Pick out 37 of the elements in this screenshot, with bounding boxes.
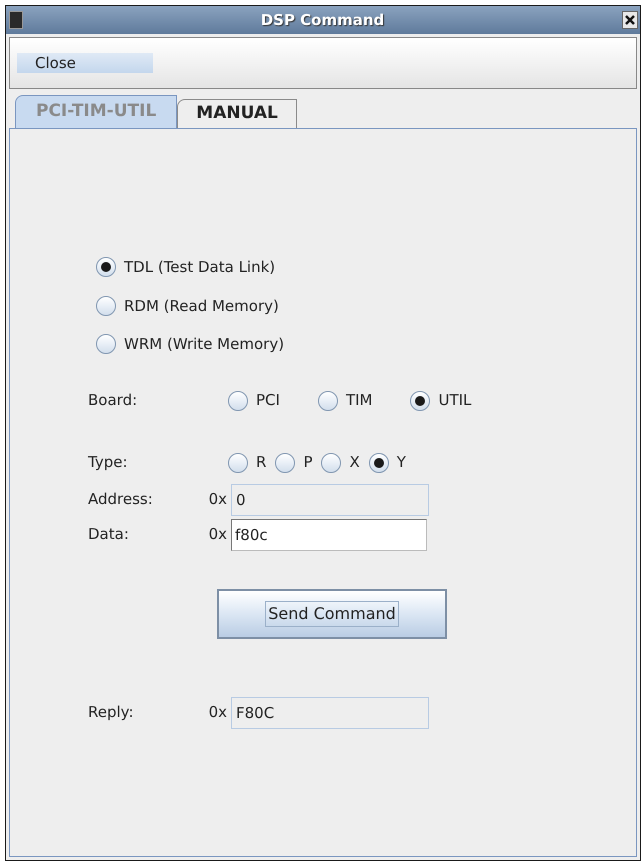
radio-label[interactable]: TIM [346,389,372,412]
radio-button[interactable] [318,390,338,410]
hex-prefix: 0x [208,524,228,546]
radio-label[interactable]: TDL (Test Data Link) [124,256,276,278]
radio-label[interactable]: Y [396,451,406,474]
app-icon [9,11,23,29]
radio-label[interactable]: P [303,451,312,474]
radio-button[interactable] [321,452,342,472]
reply-label: Reply: [88,702,135,724]
radio-button[interactable] [368,452,389,472]
close-button[interactable]: Close [17,53,153,73]
radio-button[interactable] [410,390,430,410]
hex-prefix: 0x [208,489,228,510]
data-field[interactable]: f80c [231,518,427,550]
address-field[interactable]: 0 [231,484,429,516]
radio-label[interactable]: RDM (Read Memory) [124,294,279,317]
radio-button[interactable] [228,452,248,472]
radio-label[interactable]: WRM (Write Memory) [124,333,284,356]
type-label: Type: [88,452,129,474]
tab[interactable]: MANUAL [177,99,297,128]
radio-label[interactable]: R [256,451,266,474]
hex-prefix: 0x [208,702,228,724]
reply-field[interactable]: F80C [231,696,429,728]
radio-button[interactable] [96,296,116,316]
radio-label[interactable]: PCI [256,389,280,412]
window-title: DSP Command [260,10,386,31]
radio-label[interactable]: X [349,451,360,474]
radio-button[interactable] [275,452,296,472]
board-label: Board: [88,390,138,412]
radio-label[interactable]: UTIL [438,389,472,412]
data-label: Data: [88,524,130,546]
radio-button[interactable] [96,334,116,354]
address-label: Address: [88,489,154,510]
radio-button[interactable] [96,257,116,278]
send-command-button[interactable]: Send Command [217,588,447,638]
radio-button[interactable] [228,390,248,410]
close-icon[interactable] [622,11,638,29]
